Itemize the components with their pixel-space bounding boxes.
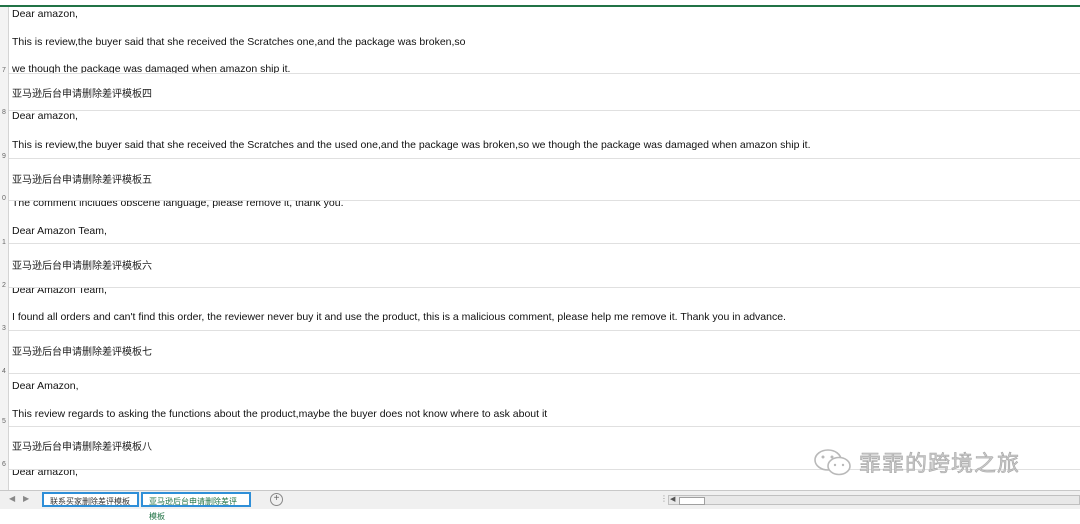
next-sheet-icon[interactable]: ▶ [23,494,29,503]
tab-contact-buyer[interactable]: 联系买家删除差评模板 [42,492,139,507]
horizontal-scrollbar[interactable]: ◀ [668,495,1080,505]
tab-label: 亚马逊后台申请删除差评模板 [149,497,237,521]
table-row[interactable]: Dear amazon, This is review,the buyer sa… [9,111,1080,159]
cell-text[interactable]: This is review,the buyer said that she r… [12,139,811,151]
table-row[interactable]: Dear Amazon Team, I found all orders and… [9,288,1080,331]
cell-text[interactable]: Dear Amazon Team, [12,288,107,296]
template-heading[interactable]: 亚马逊后台申请删除差评模板七 [12,347,152,359]
template-heading[interactable]: 亚马逊后台申请删除差评模板四 [12,89,152,101]
table-row[interactable]: Dear amazon, This is review,the buyer sa… [9,7,1080,74]
template-heading[interactable]: 亚马逊后台申请删除差评模板六 [12,261,152,273]
table-row[interactable]: 亚马逊后台申请删除差评模板四 [9,74,1080,111]
collapse-caret-icon[interactable]: ⌃ [538,0,545,5]
tab-backend-request[interactable]: 亚马逊后台申请删除差评模板 [141,492,251,521]
sheet-tab-bar: ◀ ▶ 联系买家删除差评模板 亚马逊后台申请删除差评模板 + ⋮ ◀ [0,490,1080,521]
table-row[interactable]: 亚马逊后台申请删除差评模板六 [9,244,1080,288]
cell-text[interactable]: Dear amazon, [12,470,78,478]
scrollbar-thumb[interactable] [679,497,705,505]
table-row[interactable]: 亚马逊后台申请删除差评模板七 [9,331,1080,374]
formula-bar-edge: ⌃ [0,0,1080,7]
watermark-text: 霏霏的跨境之旅 [859,452,1021,478]
prev-sheet-icon[interactable]: ◀ [9,494,15,503]
row-number[interactable]: 1 [0,239,8,246]
table-row[interactable]: 亚马逊后台申请删除差评模板五 [9,159,1080,201]
template-heading[interactable]: 亚马逊后台申请删除差评模板五 [12,175,152,187]
row-number[interactable]: 6 [0,461,8,468]
watermark: 霏霏的跨境之旅 [813,444,1020,480]
row-number[interactable]: 3 [0,325,8,332]
cell-text[interactable]: Dear amazon, [12,111,78,122]
cell-text[interactable]: The comment includes obscene language, p… [12,201,344,209]
template-heading[interactable]: 亚马逊后台申请删除差评模板八 [12,442,152,454]
row-number[interactable]: 8 [0,109,8,116]
cell-text[interactable]: I found all orders and can't find this o… [12,311,786,323]
cell-text[interactable]: Dear Amazon, [12,380,79,392]
row-number[interactable]: 4 [0,368,8,375]
table-row[interactable]: Dear Amazon, This review regards to aski… [9,374,1080,427]
add-sheet-button[interactable]: + [270,493,283,506]
scroll-left-icon[interactable]: ◀ [670,495,675,503]
cell-text[interactable]: we though the package was damaged when a… [12,63,290,73]
more-dots-icon: ⋮ [660,494,668,503]
row-number[interactable]: 9 [0,153,8,160]
cell-text[interactable]: This is review,the buyer said that she r… [12,36,466,48]
row-number[interactable]: 7 [0,67,8,74]
cell-text[interactable]: This review regards to asking the functi… [12,408,547,420]
cell-text[interactable]: Dear Amazon Team, [12,225,107,237]
table-row[interactable]: The comment includes obscene language, p… [9,201,1080,244]
wechat-icon [814,449,851,476]
row-number[interactable]: 5 [0,418,8,425]
row-number-column: 7 8 9 0 1 2 3 4 5 6 [0,7,9,490]
cell-text[interactable]: Dear amazon, [12,8,78,20]
row-number[interactable]: 0 [0,195,8,202]
row-number[interactable]: 2 [0,282,8,289]
tab-label: 联系买家删除差评模板 [50,497,130,506]
spreadsheet-grid[interactable]: Dear amazon, This is review,the buyer sa… [9,7,1080,490]
